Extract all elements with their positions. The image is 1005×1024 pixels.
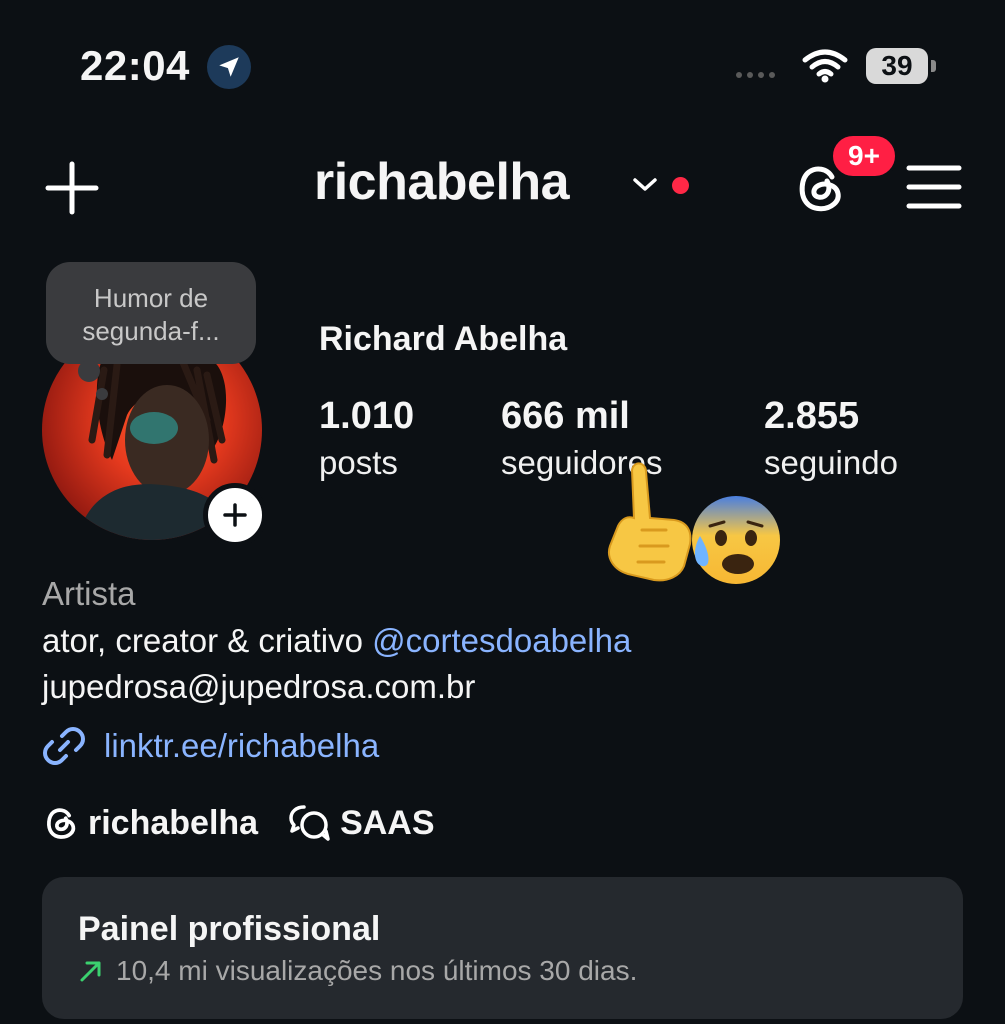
chat-bubbles-icon bbox=[289, 805, 330, 841]
note-tail bbox=[78, 360, 100, 382]
dashboard-title: Painel profissional bbox=[78, 910, 381, 948]
dashboard-subtitle-row: 10,4 mi visualizações nos últimos 30 dia… bbox=[78, 955, 637, 987]
notification-badge: 9+ bbox=[830, 133, 898, 179]
threads-icon bbox=[47, 808, 76, 839]
dashboard-subtitle: 10,4 mi visualizações nos últimos 30 dia… bbox=[116, 955, 638, 986]
bio-line: ator, creator & criativo @cortesdoabelha bbox=[42, 622, 631, 660]
stat-label: posts bbox=[319, 444, 398, 481]
note-tail-small bbox=[96, 388, 108, 400]
profile-category: Artista bbox=[42, 575, 136, 612]
account-switcher-username[interactable]: richabelha bbox=[314, 152, 570, 212]
create-button[interactable] bbox=[44, 160, 100, 216]
stat-value: 1.010 bbox=[319, 395, 415, 437]
bio-mention-link[interactable]: @cortesdoabelha bbox=[372, 622, 631, 659]
profile-full-name: Richard Abelha bbox=[319, 320, 568, 358]
plus-icon bbox=[45, 161, 99, 215]
status-time: 22:04 bbox=[80, 42, 190, 89]
hamburger-menu-icon bbox=[906, 165, 962, 209]
battery-level: 39 bbox=[881, 50, 913, 81]
link-icon bbox=[43, 727, 85, 765]
bio-email: jupedrosa@jupedrosa.com.br bbox=[42, 668, 476, 705]
battery-icon: 39 bbox=[866, 48, 928, 84]
chip-label: SAAS bbox=[340, 803, 435, 842]
stat-value: 2.855 bbox=[764, 395, 860, 437]
battery-cap bbox=[931, 60, 936, 72]
profile-chips: richabelha SAAS bbox=[42, 803, 435, 843]
external-link-text: linktr.ee/richabelha bbox=[104, 727, 380, 764]
external-link[interactable]: linktr.ee/richabelha bbox=[42, 724, 379, 768]
profile-note-bubble[interactable]: Humor de segunda-f... bbox=[46, 262, 256, 364]
wifi-icon bbox=[802, 48, 848, 89]
threads-profile-chip[interactable]: richabelha bbox=[42, 804, 258, 843]
channel-chip[interactable]: SAAS bbox=[288, 803, 435, 843]
location-arrow-icon bbox=[207, 45, 251, 89]
cellular-signal-icon bbox=[736, 72, 775, 78]
stat-following[interactable]: 2.855 seguindo bbox=[764, 394, 898, 488]
add-story-button[interactable] bbox=[203, 483, 267, 547]
stat-posts[interactable]: 1.010 posts bbox=[319, 394, 414, 488]
menu-button[interactable] bbox=[906, 164, 962, 210]
plus-icon bbox=[223, 503, 247, 527]
stat-value: 666 mil bbox=[501, 395, 630, 437]
trend-up-arrow-icon bbox=[80, 961, 101, 982]
anxious-face-emoji bbox=[688, 492, 784, 593]
stat-label: seguindo bbox=[764, 444, 898, 481]
bio-text: ator, creator & criativo bbox=[42, 622, 373, 659]
pointing-up-emoji bbox=[604, 458, 696, 589]
account-notification-dot bbox=[672, 177, 689, 194]
chip-label: richabelha bbox=[88, 803, 259, 842]
chevron-down-icon[interactable] bbox=[632, 176, 658, 199]
